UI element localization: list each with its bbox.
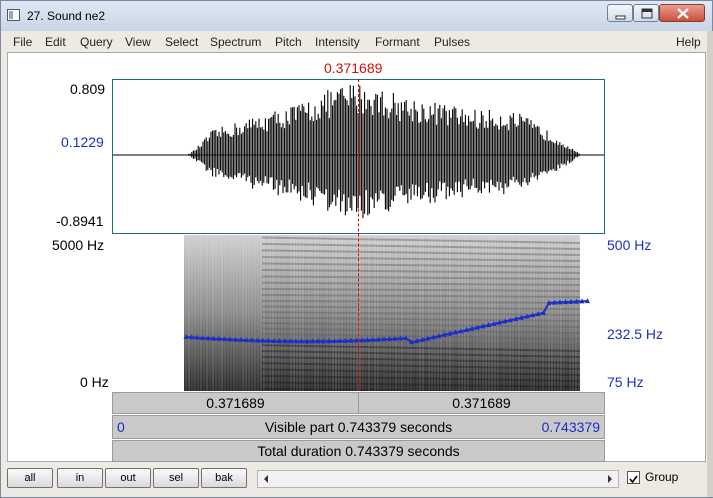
- close-button[interactable]: [659, 4, 705, 22]
- bottom-toolbar: all in out sel bak Group: [7, 465, 706, 491]
- segment-right-bar[interactable]: 0.371689: [358, 392, 605, 414]
- total-duration-label: Total duration 0.743379 seconds: [257, 443, 460, 459]
- segment-left-bar[interactable]: 0.371689: [112, 392, 359, 414]
- waveform-trace: [188, 85, 582, 219]
- zoom-back-button[interactable]: bak: [201, 468, 247, 488]
- segment-right-label: 0.371689: [452, 395, 511, 411]
- wave-max-label: 0.809: [70, 81, 106, 97]
- minimize-icon: [615, 15, 626, 20]
- group-label: Group: [645, 470, 679, 484]
- window-title: 27. Sound ne2: [27, 9, 106, 23]
- zoom-all-button[interactable]: all: [7, 468, 53, 488]
- visible-end-label: 0.743379: [541, 419, 600, 435]
- maximize-button[interactable]: [633, 4, 659, 22]
- scroll-right-icon: [608, 475, 612, 483]
- segment-left-label: 0.371689: [206, 395, 265, 411]
- close-icon: [677, 8, 689, 19]
- menu-formant[interactable]: Formant: [375, 35, 420, 49]
- menu-file[interactable]: File: [13, 35, 32, 49]
- menu-view[interactable]: View: [125, 35, 151, 49]
- window-edge: [707, 31, 713, 497]
- maximize-icon: [641, 8, 653, 19]
- pitch-top-label: 500 Hz: [607, 237, 652, 253]
- group-checkbox[interactable]: [627, 471, 640, 484]
- menu-query[interactable]: Query: [80, 35, 113, 49]
- editor-panel[interactable]: 0.371689 0.809 0.1229 -0.8941 5000 Hz 0 …: [7, 52, 706, 462]
- zoom-sel-button[interactable]: sel: [153, 468, 199, 488]
- visible-part-label: Visible part 0.743379 seconds: [264, 419, 453, 435]
- pitch-mid-label: 232.5 Hz: [607, 326, 664, 342]
- menu-help[interactable]: Help: [676, 35, 701, 49]
- menu-bar: File Edit Query View Select Spectrum Pit…: [7, 33, 706, 51]
- horizontal-scrollbar[interactable]: [257, 470, 619, 488]
- visible-part-bar[interactable]: 0 Visible part 0.743379 seconds 0.743379: [112, 415, 605, 439]
- scroll-left-icon: [264, 475, 268, 483]
- window-app-icon[interactable]: [7, 9, 20, 21]
- spectrogram-top-label: 5000 Hz: [52, 237, 105, 253]
- sound-editor-window: 27. Sound ne2 File Edit Query View Selec…: [0, 0, 713, 498]
- spectrogram-bottom-label: 0 Hz: [80, 374, 109, 390]
- total-duration-bar[interactable]: Total duration 0.743379 seconds: [112, 440, 605, 462]
- zoom-in-button[interactable]: in: [57, 468, 103, 488]
- waveform-graphic: [113, 85, 604, 219]
- cursor-line: [358, 79, 359, 391]
- title-bar[interactable]: 27. Sound ne2: [1, 1, 712, 31]
- menu-intensity[interactable]: Intensity: [315, 35, 360, 49]
- minimize-button[interactable]: [607, 4, 633, 22]
- pitch-bottom-label: 75 Hz: [607, 374, 644, 390]
- menu-spectrum[interactable]: Spectrum: [210, 35, 261, 49]
- wave-cursor-value-label: 0.1229: [61, 134, 104, 150]
- cursor-time-label: 0.371689: [324, 60, 383, 76]
- wave-min-label: -0.8941: [56, 213, 104, 229]
- menu-pulses[interactable]: Pulses: [434, 35, 470, 49]
- menu-edit[interactable]: Edit: [45, 35, 66, 49]
- checkmark-icon: [629, 475, 638, 484]
- zoom-out-button[interactable]: out: [105, 468, 151, 488]
- menu-select[interactable]: Select: [165, 35, 198, 49]
- menu-pitch[interactable]: Pitch: [275, 35, 302, 49]
